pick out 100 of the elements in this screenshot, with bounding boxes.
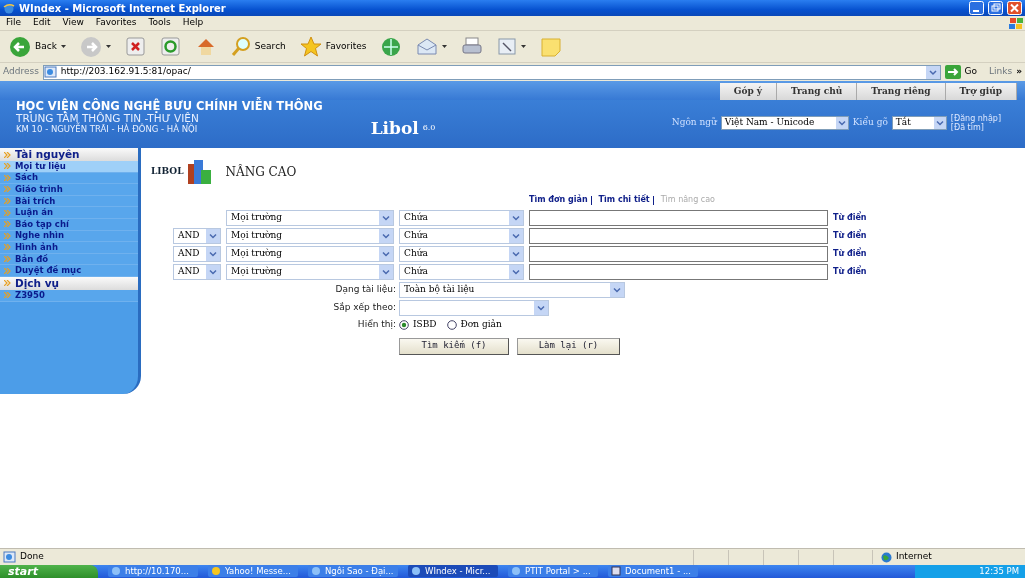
toolbar-button[interactable]: Favorites: [296, 35, 370, 58]
libol-logo: Libol: [370, 117, 419, 140]
edit-icon: [497, 35, 518, 58]
header-tab[interactable]: Trang riêng: [857, 82, 946, 100]
field-select[interactable]: Mọi trường: [226, 246, 394, 262]
chevron-icon: [4, 292, 11, 299]
page-icon: [43, 66, 57, 78]
stop-icon: [124, 35, 146, 58]
menu-item[interactable]: View: [56, 16, 90, 30]
libol-logo: LIBOL: [151, 165, 184, 179]
menu-item[interactable]: Edit: [27, 16, 57, 30]
chevron-icon: [4, 267, 11, 274]
dictionary-link[interactable]: Từ điển: [833, 230, 1025, 242]
condition-select[interactable]: Chứa: [399, 246, 524, 262]
address-url: http://203.162.91.5:81/opac/: [60, 65, 191, 79]
window-title: WIndex - Microsoft Internet Explorer: [19, 1, 226, 16]
display-label: Hiển thị:: [357, 319, 396, 329]
dictionary-link[interactable]: Từ điển: [833, 212, 1025, 224]
more-button[interactable]: »: [1016, 65, 1022, 79]
form-button[interactable]: Làm lại (r): [517, 337, 620, 355]
taskbar-button[interactable]: Document1 - ...: [608, 565, 698, 577]
sidebar-heading[interactable]: Tài nguyên: [0, 148, 138, 161]
field-select[interactable]: Mọi trường: [226, 210, 394, 226]
condition-select[interactable]: Chứa: [399, 210, 524, 226]
operator-select[interactable]: AND: [173, 246, 221, 262]
status-text: Done: [20, 550, 44, 564]
search-term-field[interactable]: [529, 228, 828, 244]
document-type-select[interactable]: Toàn bộ tài liệu: [399, 282, 625, 298]
taskbar-button[interactable]: http://10.170...: [108, 565, 198, 577]
dictionary-link[interactable]: Từ điển: [833, 266, 1025, 278]
search-icon: [230, 35, 251, 58]
search-mode-link[interactable]: Tìm chi tiết: [595, 194, 653, 206]
version-label: 6.0: [422, 121, 436, 134]
close-icon[interactable]: [1007, 1, 1022, 15]
search-term-field[interactable]: [529, 210, 828, 226]
caret-icon: [60, 45, 66, 48]
document-icon: [611, 566, 621, 576]
toolbar-label: Favorites: [325, 39, 367, 53]
field-select[interactable]: Mọi trường: [226, 228, 394, 244]
radio-button[interactable]: [399, 319, 409, 330]
sidebar-item[interactable]: Luận án: [0, 207, 138, 219]
zone-text: Internet: [896, 550, 932, 564]
refresh-icon: [159, 35, 181, 58]
note-icon: [540, 35, 563, 58]
sidebar-item[interactable]: Giáo trình: [0, 184, 138, 196]
chevron-icon: [4, 244, 11, 251]
form-button[interactable]: Tìm kiếm (f): [399, 337, 509, 355]
language-select[interactable]: Việt Nam - Unicode: [720, 115, 849, 130]
chevron-icon: [4, 280, 11, 287]
sidebar-item[interactable]: Mọi tư liệu: [0, 161, 138, 173]
input-mode-select[interactable]: Tắt: [891, 115, 947, 130]
taskbar-button[interactable]: Yahoo! Messe...: [208, 565, 298, 577]
language-label: Ngôn ngữ: [671, 116, 717, 129]
menu-item[interactable]: File: [0, 16, 28, 30]
chevron-icon: [4, 174, 11, 181]
menu-item[interactable]: Favorites: [89, 16, 143, 30]
toolbar-button[interactable]: Back: [6, 35, 69, 58]
header-tab[interactable]: Góp ý: [719, 82, 778, 100]
sort-label: Sắp xếp theo:: [333, 302, 396, 313]
menu-item[interactable]: Tools: [142, 16, 177, 30]
toolbar-label: Back: [35, 39, 57, 53]
caret-icon: [521, 45, 527, 48]
chevron-icon: [4, 163, 11, 170]
input-mode-label: Kiểu gõ: [852, 116, 888, 129]
dictionary-link[interactable]: Từ điển: [833, 248, 1025, 260]
chevron-icon: [4, 232, 11, 239]
toolbar-label: Search: [254, 39, 286, 53]
caret-icon: [442, 45, 448, 48]
document-type-label: Dạng tài liệu:: [335, 284, 396, 295]
address-label: Address: [3, 65, 39, 79]
toolbar-button[interactable]: Search: [227, 35, 289, 58]
radio-button[interactable]: [446, 319, 457, 330]
go-arrow-icon: [944, 65, 961, 79]
search-term-field[interactable]: [529, 246, 828, 262]
address-field[interactable]: http://203.162.91.5:81/opac/: [42, 64, 941, 80]
sidebar-item[interactable]: Hình ảnh: [0, 242, 138, 254]
radio-label: Đơn giản: [460, 318, 502, 331]
chevron-icon: [4, 198, 11, 205]
taskbar-button[interactable]: WIndex - Micr...: [408, 565, 498, 577]
restore-icon[interactable]: [988, 1, 1003, 15]
condition-select[interactable]: Chứa: [399, 228, 524, 244]
taskbar-button[interactable]: Ngôi Sao - Đại...: [308, 565, 398, 577]
go-button[interactable]: Go: [944, 65, 978, 79]
search-term-field[interactable]: [529, 264, 828, 280]
operator-select[interactable]: AND: [173, 264, 221, 280]
menu-item[interactable]: Help: [176, 16, 210, 30]
minimize-icon[interactable]: [969, 1, 984, 15]
taskbar-button[interactable]: PTIT Portal > ...: [508, 565, 598, 577]
chevron-icon: [4, 186, 11, 193]
condition-select[interactable]: Chứa: [399, 264, 524, 280]
field-select[interactable]: Mọi trường: [226, 264, 394, 280]
header-link[interactable]: [Đăng nhập]: [950, 113, 1001, 123]
header-tab[interactable]: Trợ giúp: [945, 82, 1017, 100]
header-tab[interactable]: Trang chủ: [777, 82, 858, 100]
search-mode-link[interactable]: Tìm đơn giản: [526, 194, 591, 206]
operator-select[interactable]: AND: [173, 228, 221, 244]
header-link[interactable]: [Đã tìm]: [950, 122, 1001, 132]
sidebar-item[interactable]: Duyệt đề mục: [0, 265, 138, 277]
page-heading: NÂNG CAO: [225, 163, 297, 181]
links-button[interactable]: Links: [989, 65, 1013, 79]
